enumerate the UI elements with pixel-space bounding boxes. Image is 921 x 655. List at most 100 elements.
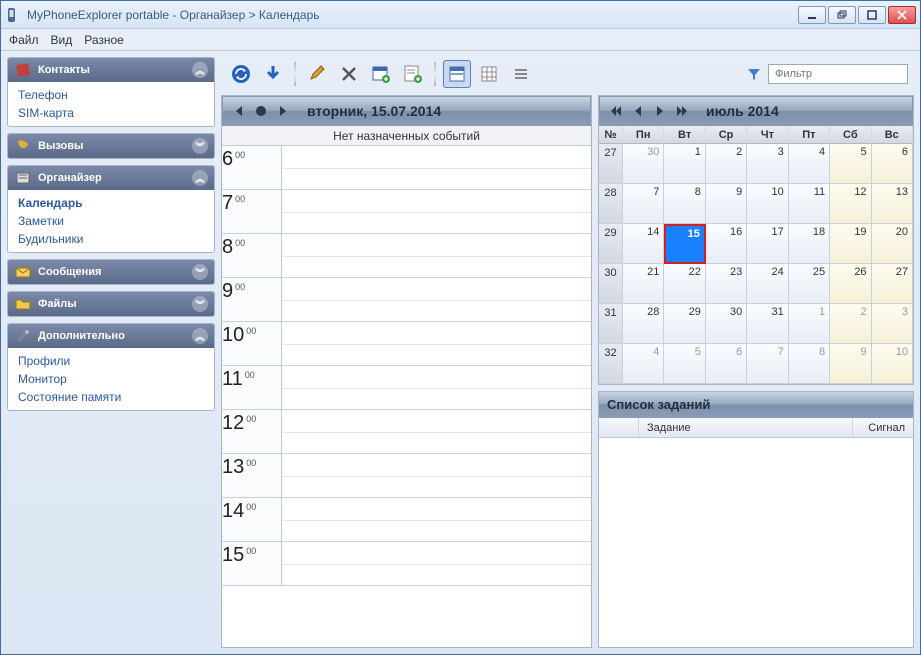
month-day-cell[interactable]: 22 <box>664 264 705 304</box>
month-day-cell[interactable]: 27 <box>872 264 913 304</box>
minimize-button[interactable] <box>798 6 826 24</box>
panel-files-header[interactable]: Файлы ︾ <box>8 292 214 316</box>
month-day-cell[interactable]: 31 <box>747 304 788 344</box>
new-task-button[interactable] <box>399 60 427 88</box>
month-day-cell[interactable]: 15 <box>664 224 705 264</box>
month-day-cell[interactable]: 8 <box>664 184 705 224</box>
sidebar-item[interactable]: Будильники <box>18 232 204 246</box>
menu-file[interactable]: Файл <box>9 33 39 47</box>
close-button[interactable] <box>888 6 916 24</box>
delete-button[interactable] <box>335 60 363 88</box>
view-list-button[interactable] <box>507 60 535 88</box>
month-day-cell[interactable]: 5 <box>664 344 705 384</box>
tasks-col-signal[interactable]: Сигнал <box>853 418 913 437</box>
month-day-cell[interactable]: 9 <box>706 184 747 224</box>
month-day-cell[interactable]: 30 <box>706 304 747 344</box>
tasks-col-task[interactable]: Задание <box>639 418 853 437</box>
next-year-button[interactable] <box>672 101 692 121</box>
panel-extra-header[interactable]: Дополнительно ︽ <box>8 324 214 348</box>
month-day-cell[interactable]: 16 <box>706 224 747 264</box>
month-day-cell[interactable]: 29 <box>664 304 705 344</box>
month-day-cell[interactable]: 13 <box>872 184 913 224</box>
month-day-cell[interactable]: 2 <box>706 144 747 184</box>
hour-slot[interactable] <box>282 190 591 233</box>
filter-icon[interactable] <box>746 66 762 82</box>
hour-row[interactable]: 700 <box>222 190 591 234</box>
hour-slot[interactable] <box>282 278 591 321</box>
maximize-button[interactable] <box>858 6 886 24</box>
hour-slot[interactable] <box>282 234 591 277</box>
month-day-cell[interactable]: 30 <box>623 144 664 184</box>
month-day-cell[interactable]: 3 <box>872 304 913 344</box>
next-day-button[interactable] <box>273 101 293 121</box>
prev-month-button[interactable] <box>628 101 648 121</box>
month-day-cell[interactable]: 1 <box>789 304 830 344</box>
filter-input[interactable] <box>768 64 908 84</box>
month-day-cell[interactable]: 21 <box>623 264 664 304</box>
month-day-cell[interactable]: 11 <box>789 184 830 224</box>
hour-row[interactable]: 1500 <box>222 542 591 586</box>
panel-calls-header[interactable]: Вызовы ︾ <box>8 134 214 158</box>
hour-row[interactable]: 600 <box>222 146 591 190</box>
sidebar-item[interactable]: Календарь <box>18 196 204 210</box>
month-day-cell[interactable]: 10 <box>747 184 788 224</box>
hour-row[interactable]: 900 <box>222 278 591 322</box>
month-day-cell[interactable]: 2 <box>830 304 871 344</box>
month-day-cell[interactable]: 8 <box>789 344 830 384</box>
hour-row[interactable]: 1100 <box>222 366 591 410</box>
tasks-list[interactable] <box>599 438 913 647</box>
edit-button[interactable] <box>303 60 331 88</box>
hour-row[interactable]: 800 <box>222 234 591 278</box>
month-day-cell[interactable]: 4 <box>789 144 830 184</box>
panel-messages-header[interactable]: Сообщения ︾ <box>8 260 214 284</box>
view-day-button[interactable] <box>443 60 471 88</box>
sidebar-item[interactable]: Монитор <box>18 372 204 386</box>
hour-row[interactable]: 1300 <box>222 454 591 498</box>
sidebar-item[interactable]: Состояние памяти <box>18 390 204 404</box>
today-button[interactable] <box>251 101 271 121</box>
month-day-cell[interactable]: 6 <box>706 344 747 384</box>
hour-slot[interactable] <box>282 366 591 409</box>
menu-misc[interactable]: Разное <box>84 33 124 47</box>
sidebar-item[interactable]: SIM-карта <box>18 106 204 120</box>
month-day-cell[interactable]: 3 <box>747 144 788 184</box>
hour-row[interactable]: 1400 <box>222 498 591 542</box>
panel-organizer-header[interactable]: Органайзер ︽ <box>8 166 214 190</box>
next-month-button[interactable] <box>650 101 670 121</box>
month-day-cell[interactable]: 1 <box>664 144 705 184</box>
month-day-cell[interactable]: 25 <box>789 264 830 304</box>
download-button[interactable] <box>259 60 287 88</box>
hour-grid[interactable]: 600700800900100011001200130014001500 <box>222 146 591 647</box>
month-day-cell[interactable]: 4 <box>623 344 664 384</box>
prev-year-button[interactable] <box>606 101 626 121</box>
sync-button[interactable] <box>227 60 255 88</box>
hour-slot[interactable] <box>282 322 591 365</box>
month-day-cell[interactable]: 19 <box>830 224 871 264</box>
prev-day-button[interactable] <box>229 101 249 121</box>
sidebar-item[interactable]: Профили <box>18 354 204 368</box>
hour-row[interactable]: 1200 <box>222 410 591 454</box>
view-week-button[interactable] <box>475 60 503 88</box>
month-day-cell[interactable]: 23 <box>706 264 747 304</box>
month-day-cell[interactable]: 24 <box>747 264 788 304</box>
month-day-cell[interactable]: 28 <box>623 304 664 344</box>
month-day-cell[interactable]: 9 <box>830 344 871 384</box>
panel-contacts-header[interactable]: Контакты ︽ <box>8 58 214 82</box>
hour-slot[interactable] <box>282 146 591 189</box>
sidebar-item[interactable]: Заметки <box>18 214 204 228</box>
month-day-cell[interactable]: 18 <box>789 224 830 264</box>
month-day-cell[interactable]: 12 <box>830 184 871 224</box>
hour-row[interactable]: 1000 <box>222 322 591 366</box>
month-day-cell[interactable]: 5 <box>830 144 871 184</box>
hour-slot[interactable] <box>282 498 591 541</box>
menu-view[interactable]: Вид <box>51 33 73 47</box>
month-day-cell[interactable]: 7 <box>747 344 788 384</box>
month-day-cell[interactable]: 6 <box>872 144 913 184</box>
month-day-cell[interactable]: 17 <box>747 224 788 264</box>
hour-slot[interactable] <box>282 410 591 453</box>
month-day-cell[interactable]: 20 <box>872 224 913 264</box>
month-day-cell[interactable]: 26 <box>830 264 871 304</box>
hour-slot[interactable] <box>282 454 591 497</box>
month-day-cell[interactable]: 10 <box>872 344 913 384</box>
month-day-cell[interactable]: 7 <box>623 184 664 224</box>
